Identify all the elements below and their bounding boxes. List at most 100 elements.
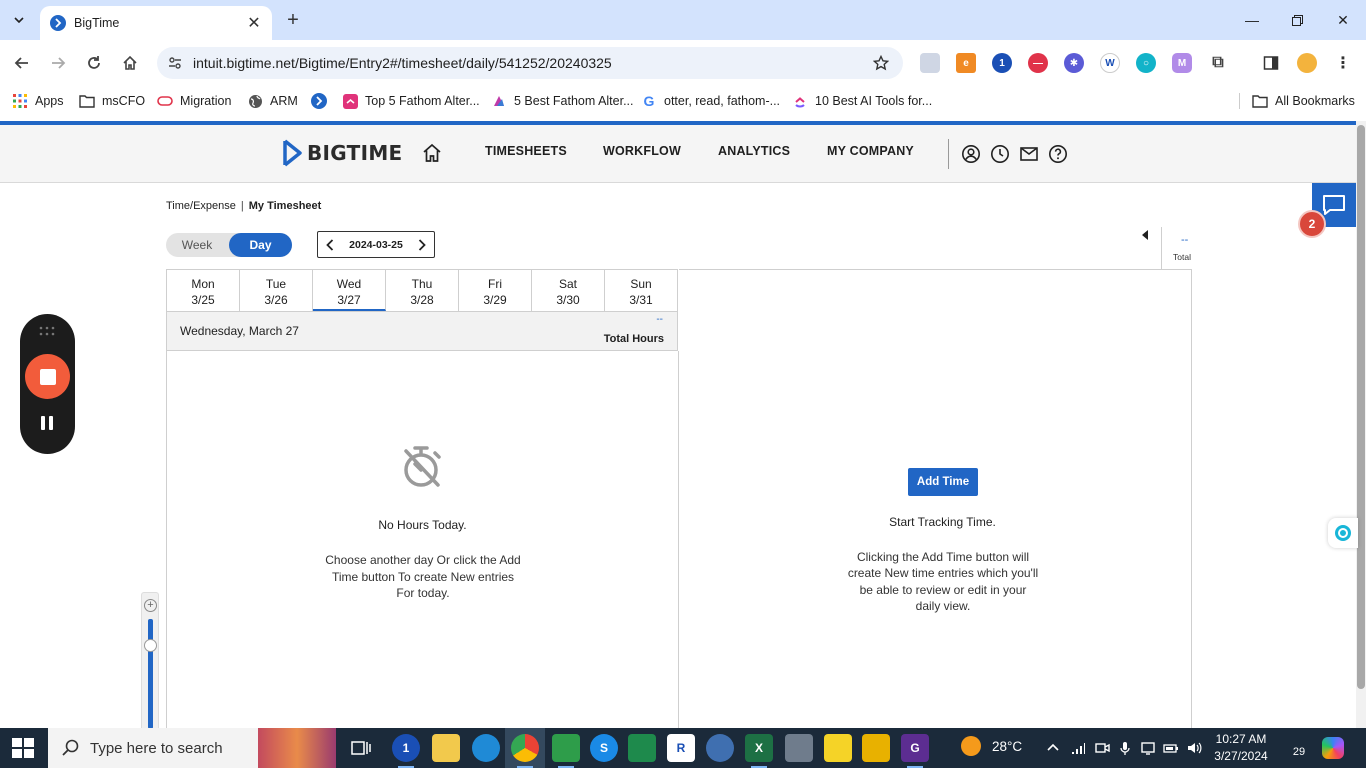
excel-icon[interactable]: X — [745, 734, 773, 768]
bookmark-apps[interactable]: Apps — [12, 92, 64, 110]
bookmark-arm[interactable]: ARM — [247, 92, 298, 110]
window-close-icon[interactable]: ✕ — [1329, 8, 1357, 32]
pause-recording-button[interactable] — [39, 416, 55, 434]
nav-workflow[interactable]: WORKFLOW — [603, 144, 681, 158]
notification-center-count[interactable]: 29 — [1288, 738, 1310, 758]
purple-app-icon[interactable]: G — [901, 734, 929, 768]
chevron-up-icon[interactable] — [1045, 740, 1061, 756]
system-clock[interactable]: 10:27 AM 3/27/2024 — [1206, 731, 1276, 765]
add-time-button[interactable]: Add Time — [908, 468, 978, 496]
shield-extension-icon[interactable] — [920, 53, 940, 73]
minimize-icon[interactable]: — — [1238, 8, 1266, 32]
zoom-in-icon[interactable]: + — [144, 599, 157, 612]
bookmark-top5-fathom[interactable]: Top 5 Fathom Alter... — [342, 92, 480, 110]
current-date[interactable]: 2024-03-25 — [349, 239, 403, 251]
edge-browser-icon[interactable] — [472, 734, 500, 762]
clock-icon[interactable] — [990, 144, 1010, 164]
weather-widget[interactable]: 28°C — [961, 736, 1022, 756]
microphone-icon[interactable] — [1117, 740, 1133, 756]
network-icon[interactable] — [1070, 740, 1086, 756]
password-manager-app-icon[interactable]: 1 — [392, 734, 420, 768]
bookmark-10best-ai[interactable]: 10 Best AI Tools for... — [792, 92, 932, 110]
meet-app-icon[interactable] — [628, 734, 656, 762]
day-cell-fri[interactable]: Fri 3/29 — [459, 270, 532, 311]
help-icon[interactable] — [1048, 144, 1068, 164]
day-cell-mon[interactable]: Mon 3/25 — [167, 270, 240, 311]
bookmark-migration[interactable]: Migration — [157, 92, 231, 110]
battery-icon[interactable] — [1163, 740, 1179, 756]
next-day-chevron-icon[interactable] — [416, 238, 428, 251]
bookmark-all-bookmarks[interactable]: All Bookmarks — [1252, 92, 1355, 110]
nav-analytics[interactable]: ANALYTICS — [718, 144, 790, 158]
stop-recording-button[interactable] — [25, 354, 70, 399]
site-info-icon[interactable] — [165, 53, 185, 73]
r-app-icon[interactable]: R — [667, 734, 695, 762]
notification-badge[interactable]: 2 — [1298, 210, 1326, 238]
mail-icon[interactable] — [1019, 144, 1039, 164]
red-extension-icon[interactable]: — — [1028, 53, 1048, 73]
profile-avatar[interactable] — [1297, 53, 1317, 73]
chrome-browser-icon[interactable] — [511, 734, 539, 768]
purple-extension-icon[interactable]: M — [1172, 53, 1192, 73]
assistant-side-button[interactable] — [1328, 518, 1358, 548]
sticky-notes-icon[interactable] — [824, 734, 852, 762]
side-panel-icon[interactable] — [1261, 53, 1281, 73]
page-scrollbar[interactable] — [1356, 121, 1366, 728]
w-extension-icon[interactable]: W — [1100, 53, 1120, 73]
zoom-slider-track[interactable] — [148, 619, 153, 729]
address-bar[interactable]: intuit.bigtime.net/Bigtime/Entry2#/times… — [157, 47, 903, 79]
password-extension-icon[interactable]: 1 — [992, 53, 1012, 73]
snowflake-extension-icon[interactable]: ✱ — [1064, 53, 1084, 73]
search-highlight-banner[interactable] — [258, 728, 336, 768]
file-explorer-icon[interactable] — [432, 734, 460, 762]
orange-extension-icon[interactable]: e — [956, 53, 976, 73]
restore-icon[interactable] — [1283, 8, 1311, 32]
bookmark-5best-fathom[interactable]: 5 Best Fathom Alter... — [491, 92, 634, 110]
nav-my-company[interactable]: MY COMPANY — [827, 144, 914, 158]
home-icon[interactable] — [118, 51, 142, 75]
display-icon[interactable] — [1140, 740, 1156, 756]
snipping-app-icon[interactable] — [706, 734, 734, 762]
bookmark-star-icon[interactable] — [871, 53, 891, 73]
meet-now-icon[interactable] — [1094, 740, 1110, 756]
bookmark-otter[interactable]: G otter, read, fathom-... — [641, 92, 780, 110]
bookmark-mscfo[interactable]: msCFO — [79, 92, 145, 110]
task-view-icon[interactable] — [347, 734, 375, 762]
scrollbar-thumb[interactable] — [1357, 125, 1365, 689]
volume-icon[interactable] — [1186, 740, 1202, 756]
copilot-icon[interactable] — [1322, 737, 1344, 759]
extensions-puzzle-icon[interactable]: ⧉ — [1208, 53, 1228, 73]
green-app-icon[interactable] — [552, 734, 580, 768]
day-cell-sun[interactable]: Sun 3/31 — [605, 270, 677, 311]
day-cell-thu[interactable]: Thu 3/28 — [386, 270, 459, 311]
back-arrow-icon[interactable] — [10, 51, 34, 75]
skype-icon[interactable]: S — [590, 734, 618, 762]
power-bi-icon[interactable] — [862, 734, 890, 762]
teal-extension-icon[interactable]: ○ — [1136, 53, 1156, 73]
collapse-panel-caret-icon[interactable] — [1140, 229, 1150, 241]
week-view-button[interactable]: Week — [166, 233, 228, 257]
drag-grip-icon[interactable] — [39, 326, 55, 336]
zoom-slider-handle[interactable] — [144, 639, 157, 652]
tab-search-button[interactable] — [6, 8, 32, 32]
bookmark-bigtime[interactable] — [311, 92, 334, 110]
forward-arrow-icon[interactable] — [46, 51, 70, 75]
taskbar-search-box[interactable]: Type here to search — [48, 728, 258, 768]
day-cell-wed[interactable]: Wed 3/27 — [313, 270, 386, 311]
day-view-button[interactable]: Day — [229, 233, 292, 257]
calculator-icon[interactable] — [785, 734, 813, 762]
user-account-icon[interactable] — [961, 144, 981, 164]
browser-tab-bigtime[interactable]: BigTime ✕ — [40, 6, 272, 40]
day-cell-sat[interactable]: Sat 3/30 — [532, 270, 605, 311]
home-icon[interactable] — [422, 143, 442, 163]
kebab-menu-icon[interactable]: ⋮ — [1333, 53, 1353, 73]
close-icon[interactable]: ✕ — [244, 13, 264, 33]
bigtime-logo[interactable]: BIGTIME — [283, 139, 403, 167]
nav-timesheets[interactable]: TIMESHEETS — [485, 144, 567, 158]
windows-start-icon[interactable] — [12, 738, 34, 758]
previous-day-chevron-icon[interactable] — [324, 238, 336, 251]
reload-icon[interactable] — [82, 51, 106, 75]
url-text[interactable]: intuit.bigtime.net/Bigtime/Entry2#/times… — [193, 55, 871, 71]
new-tab-button[interactable]: + — [282, 9, 304, 31]
day-cell-tue[interactable]: Tue 3/26 — [240, 270, 313, 311]
